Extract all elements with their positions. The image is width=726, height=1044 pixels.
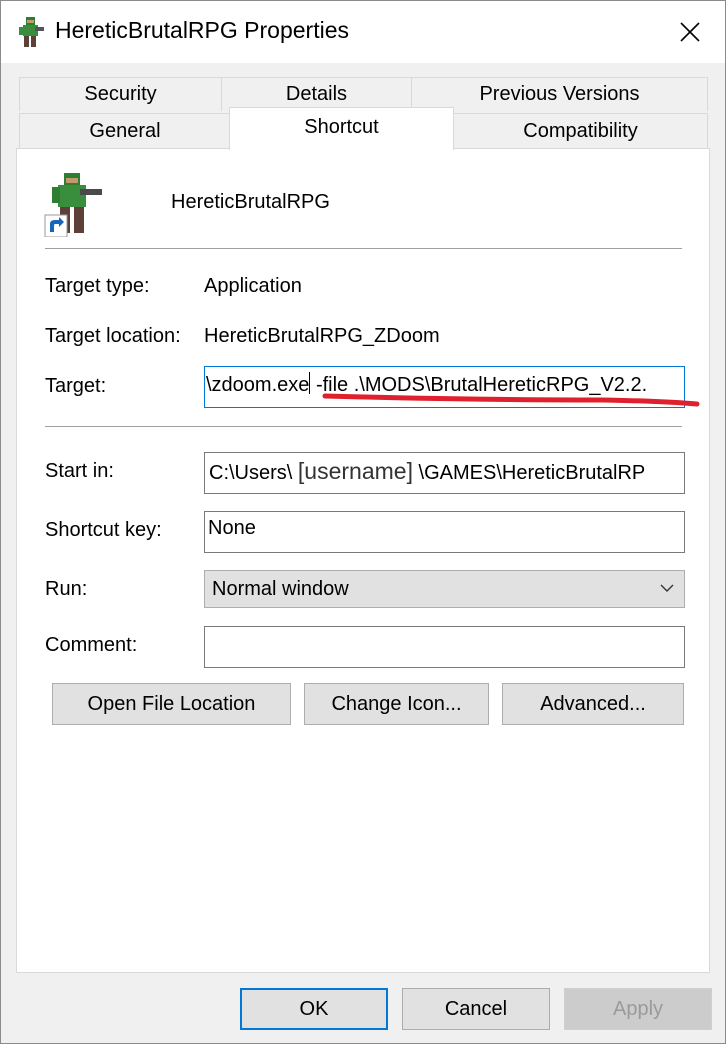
advanced-button[interactable]: Advanced... (502, 683, 684, 725)
start-in-label: Start in: (45, 460, 114, 482)
change-icon-button[interactable]: Change Icon... (304, 683, 489, 725)
start-in-input[interactable]: C:\Users\ [username] \GAMES\HereticBruta… (204, 452, 685, 494)
run-select[interactable]: Normal window (204, 570, 685, 608)
tab-strip: Security Details Previous Versions Gener… (1, 63, 725, 150)
tab-shortcut[interactable]: Shortcut (229, 107, 454, 150)
shortcut-key-label: Shortcut key: (45, 519, 162, 541)
marine-app-icon (19, 17, 44, 47)
cancel-button[interactable]: Cancel (402, 988, 550, 1030)
tab-security[interactable]: Security (19, 77, 222, 111)
divider-middle (45, 426, 682, 427)
target-location-value: HereticBrutalRPG_ZDoom (204, 325, 440, 347)
shortcut-large-icon (44, 173, 102, 237)
close-button[interactable] (655, 1, 725, 63)
properties-dialog: HereticBrutalRPG Properties Security Det… (0, 0, 726, 1044)
tab-general[interactable]: General (19, 113, 231, 149)
target-label: Target: (45, 375, 107, 397)
target-type-value: Application (204, 275, 302, 297)
red-underline-annotation (322, 393, 700, 407)
start-in-text-suffix: \GAMES\HereticBrutalRP (418, 462, 646, 484)
start-in-username: [username] (297, 458, 413, 484)
ok-button[interactable]: OK (240, 988, 388, 1030)
apply-button[interactable]: Apply (564, 988, 712, 1030)
run-select-value: Normal window (212, 578, 349, 600)
tab-previous-versions[interactable]: Previous Versions (411, 77, 708, 111)
target-type-label: Target type: (45, 275, 150, 297)
target-location-label: Target location: (45, 325, 181, 347)
window-title: HereticBrutalRPG Properties (55, 17, 349, 43)
run-label: Run: (45, 578, 88, 600)
shortcut-name: HereticBrutalRPG (171, 191, 330, 213)
shortcut-panel: HereticBrutalRPG Target type: Applicatio… (16, 148, 710, 973)
chevron-down-icon (660, 584, 674, 592)
divider-top (45, 248, 682, 249)
comment-label: Comment: (45, 634, 138, 656)
tab-compatibility[interactable]: Compatibility (453, 113, 708, 149)
start-in-text-prefix: C:\Users\ (209, 462, 293, 484)
comment-input[interactable] (204, 626, 685, 668)
tab-details[interactable]: Details (221, 77, 412, 111)
open-file-location-button[interactable]: Open File Location (52, 683, 291, 725)
close-icon (680, 22, 700, 42)
shortcut-key-input[interactable]: None (204, 511, 685, 553)
target-text-executable: \zdoom.exe (206, 374, 310, 396)
title-bar: HereticBrutalRPG Properties (1, 1, 725, 63)
